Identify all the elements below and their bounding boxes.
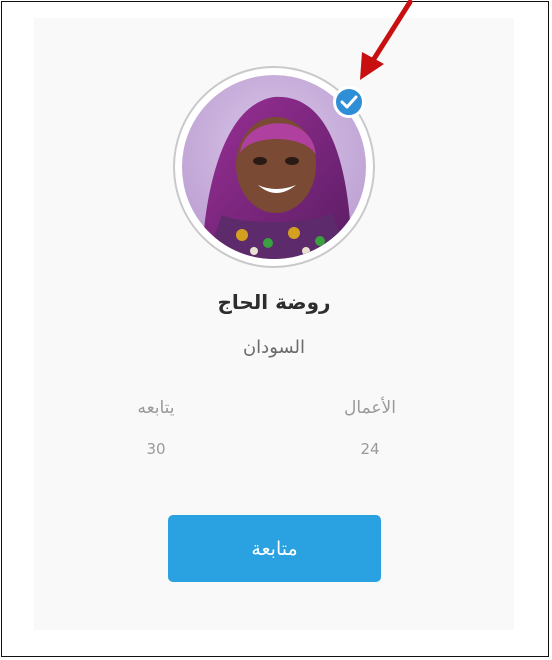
profile-name: روضة الحاج [217,290,331,314]
profile-country: السودان [242,337,306,358]
verified-badge-icon [333,86,365,118]
followers-count: 30 [146,440,166,458]
follow-button[interactable]: متابعة [168,515,381,582]
works-count: 24 [360,440,380,458]
works-label: الأعمال [344,398,396,418]
annotation-arrow-icon [360,0,413,80]
followers-label: يتابعه [137,398,175,418]
